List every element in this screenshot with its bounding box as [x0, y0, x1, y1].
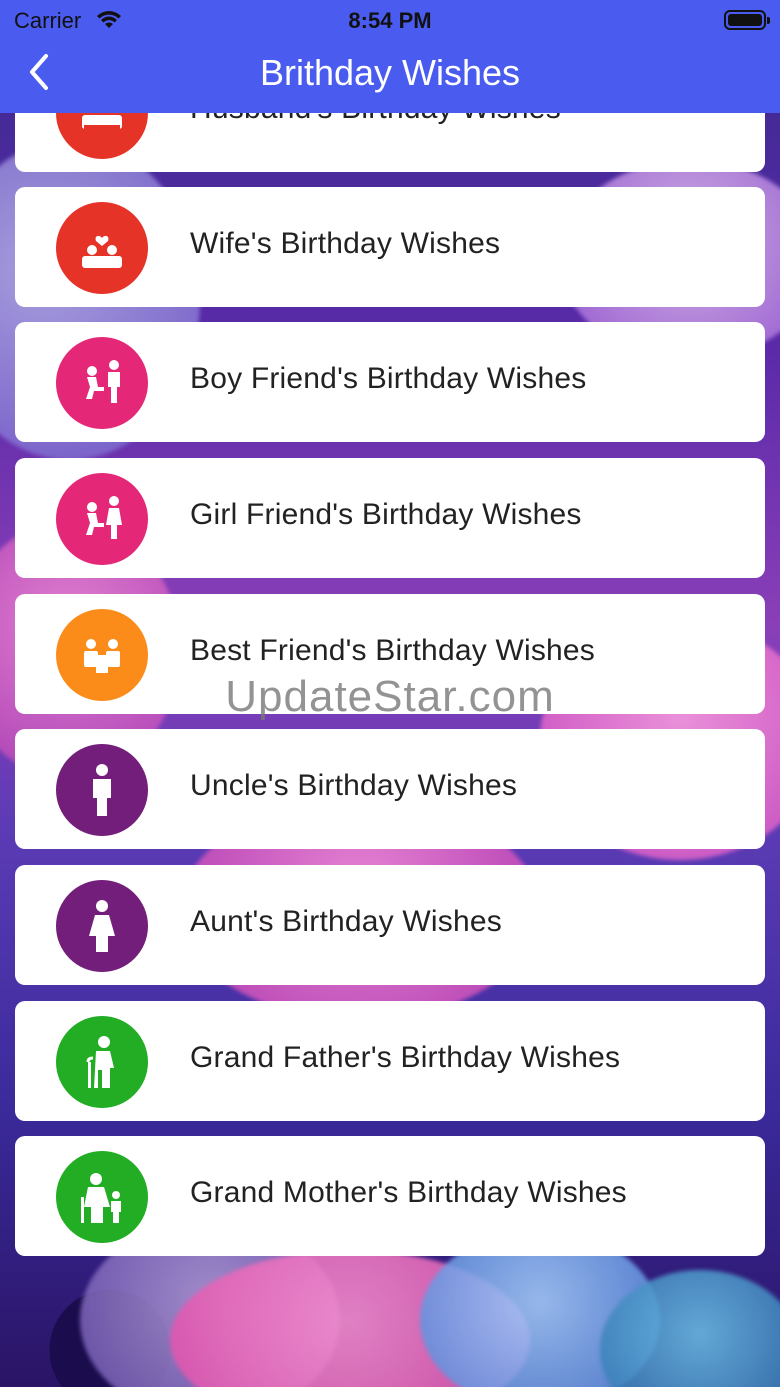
item-label: Wife's Birthday Wishes — [190, 227, 501, 260]
item-icon-circle — [56, 1016, 148, 1108]
elderly-man-icon — [86, 1036, 114, 1088]
list-item-grandmother[interactable]: Grand Mother's Birthday Wishes — [15, 1136, 765, 1256]
page-title: Brithday Wishes — [259, 52, 521, 93]
proposal-icon — [86, 496, 122, 539]
item-label: Aunt's Birthday Wishes — [190, 905, 502, 938]
item-label: Grand Mother's Birthday Wishes — [190, 1176, 627, 1209]
item-icon-circle — [56, 202, 148, 294]
status-bar: Carrier 8:54 PM — [0, 0, 780, 40]
family-icon — [81, 1173, 121, 1223]
top-bar: Carrier 8:54 PM Brithday Wishes — [0, 0, 780, 113]
watermark-text: UpdateStar.com — [225, 672, 555, 721]
list-item-aunt[interactable]: Aunt's Birthday Wishes — [15, 865, 765, 985]
list-item-wife[interactable]: Wife's Birthday Wishes — [15, 187, 765, 307]
item-label: Grand Father's Birthday Wishes — [190, 1041, 621, 1074]
item-label: Girl Friend's Birthday Wishes — [190, 498, 582, 531]
list-item-girlfriend[interactable]: Girl Friend's Birthday Wishes — [15, 458, 765, 578]
status-time: 8:54 PM — [348, 8, 432, 33]
woman-icon — [89, 900, 115, 952]
item-label: Best Friend's Birthday Wishes — [190, 634, 595, 667]
item-label: Boy Friend's Birthday Wishes — [190, 362, 587, 395]
item-icon-circle — [56, 473, 148, 565]
list-item-grandfather[interactable]: Grand Father's Birthday Wishes — [15, 1001, 765, 1121]
couple-icon — [82, 235, 122, 268]
item-icon-circle — [56, 744, 148, 836]
list-item-boyfriend[interactable]: Boy Friend's Birthday Wishes — [15, 322, 765, 442]
proposal-icon — [86, 360, 120, 403]
item-icon-circle — [56, 880, 148, 972]
item-icon-circle — [56, 337, 148, 429]
item-icon-circle — [56, 1151, 148, 1243]
item-label: Uncle's Birthday Wishes — [190, 769, 518, 802]
man-icon — [93, 764, 111, 816]
battery-icon — [724, 10, 770, 30]
list-item-uncle[interactable]: Uncle's Birthday Wishes — [15, 729, 765, 849]
navigation-bar: Brithday Wishes — [0, 40, 780, 113]
